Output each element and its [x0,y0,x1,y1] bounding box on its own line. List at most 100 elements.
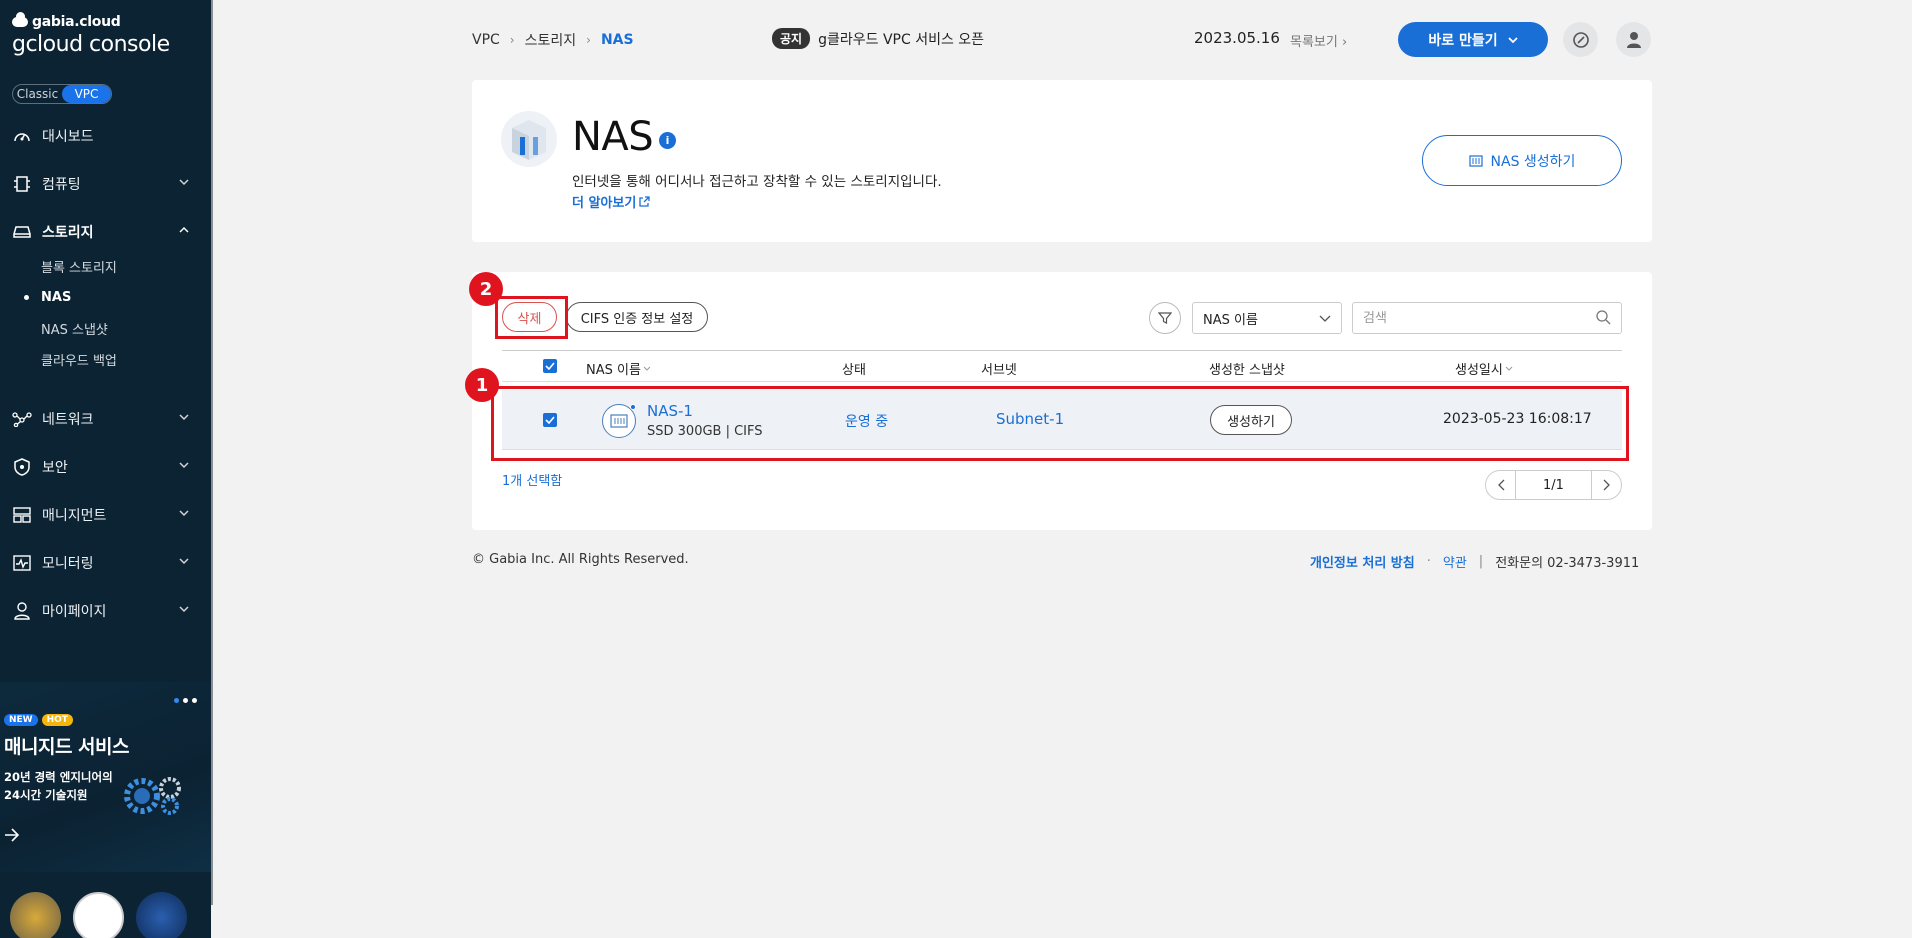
sort-icon [643,366,651,371]
table-header: NAS 이름 상태 서브넷 생성한 스냅샷 생성일시 [502,350,1622,382]
sidebar-item-label: 마이페이지 [42,604,107,620]
column-header-created[interactable]: 생성일시 [1455,359,1513,378]
sidebar-item-management[interactable]: 매니지먼트 [0,500,211,530]
breadcrumb-storage[interactable]: 스토리지 [525,30,577,50]
notice-list-label: 목록보기 [1290,35,1338,50]
sidebar-scrollbar[interactable] [211,0,213,905]
column-header-name[interactable]: NAS 이름 [586,359,651,378]
sidebar-subitem-nas[interactable]: NAS [23,287,71,307]
search-field-value: NAS 이름 [1203,312,1258,328]
dashboard-icon [12,126,32,146]
shield-icon [12,457,32,477]
pagination: 1/1 [1485,470,1622,500]
filter-button[interactable] [1149,302,1181,334]
gears-icon [124,777,181,815]
mode-toggle[interactable]: Classic VPC [12,84,112,104]
intro-card: NAS i 인터넷을 통해 어디서나 접근하고 장착할 수 있는 스토리지입니다… [472,80,1652,242]
sidebar-subitem-block-storage[interactable]: 블록 스토리지 [41,256,117,276]
sidebar-item-security[interactable]: 보안 [0,452,211,482]
sidebar-item-mypage[interactable]: 마이페이지 [0,596,211,626]
sidebar-subitem-cloud-backup[interactable]: 클라우드 백업 [41,349,117,369]
csap-badge-icon [136,892,187,938]
sidebar-item-computing[interactable]: 컴퓨팅 [0,169,211,199]
sidebar-item-monitoring[interactable]: 모니터링 [0,548,211,578]
chevron-up-icon [179,226,189,233]
hot-badge: HOT [41,714,73,726]
filter-icon [1158,312,1172,324]
carousel-dots[interactable] [174,698,197,703]
management-icon [12,505,32,525]
profile-button[interactable] [1616,22,1651,57]
storage-icon [12,222,32,242]
nas-create-label: NAS 생성하기 [1490,153,1576,170]
column-header-snapshot: 생성한 스냅샷 [1209,363,1285,378]
breadcrumb: VPC › 스토리지 › NAS [472,30,634,50]
column-header-subnet: 서브넷 [981,363,1017,378]
breadcrumb-vpc[interactable]: VPC [472,32,500,48]
quick-create-button[interactable]: 바로 만들기 [1398,22,1548,57]
page-title: NAS [572,114,654,160]
cloud-logo-icon [12,12,28,27]
monitoring-icon [12,553,32,573]
quick-create-label: 바로 만들기 [1428,32,1498,49]
privacy-policy-link[interactable]: 개인정보 처리 방침 [1310,552,1415,571]
cpu-icon [12,174,32,194]
column-header-status: 상태 [842,363,866,378]
new-badge: NEW [4,714,38,726]
sidebar-item-dashboard[interactable]: 대시보드 [0,121,211,151]
notice-bar[interactable]: 공지 g클라우드 VPC 서비스 오픈 [772,28,984,49]
learn-more-label: 더 알아보기 [572,196,637,211]
cifs-auth-button[interactable]: CIFS 인증 정보 설정 [566,302,708,332]
breadcrumb-nas: NAS [600,32,634,48]
selected-count: 1개 선택함 [502,474,563,489]
sidebar: gabia.cloud gcloud console Classic VPC 대… [0,0,211,938]
mode-classic[interactable]: Classic [13,85,62,103]
sidebar-item-label: 스토리지 [42,225,94,241]
select-all-checkbox[interactable] [543,359,557,373]
chevron-down-icon [179,510,189,517]
sidebar-item-label: 대시보드 [42,129,94,145]
nas-cube-icon [501,111,557,167]
annotation-number-1: 1 [465,368,499,402]
sidebar-item-network[interactable]: 네트워크 [0,404,211,434]
mode-vpc[interactable]: VPC [62,85,111,103]
notice-list-link[interactable]: 목록보기 › [1290,31,1347,50]
next-page-button[interactable] [1591,471,1621,499]
chevron-right-icon: › [1341,35,1348,50]
brand-logo[interactable]: gabia.cloud gcloud console [12,12,170,57]
chevron-down-icon [179,462,189,469]
notice-badge: 공지 [772,28,811,49]
page-description: 인터넷을 통해 어디서나 접근하고 장착할 수 있는 스토리지입니다. [572,174,942,190]
copyright: © Gabia Inc. All Rights Reserved. [472,552,689,567]
info-icon[interactable]: i [659,132,676,149]
checkmark-icon [543,359,557,373]
cert-badge-icon [10,892,61,938]
sidebar-item-storage[interactable]: 스토리지 [0,217,211,247]
notice-text[interactable]: g클라우드 VPC 서비스 오픈 [818,29,984,49]
user-icon [12,601,32,621]
sidebar-item-label: 컴퓨팅 [42,177,81,193]
search-field-select[interactable]: NAS 이름 [1192,302,1342,334]
chevron-down-icon [179,606,189,613]
notice-date: 2023.05.16 [1194,29,1280,47]
chevron-right-icon: › [509,33,515,47]
footer-links: 개인정보 처리 방침 · 약관 | 전화문의 02-3473-3911 [1310,552,1639,571]
chevron-down-icon [179,414,189,421]
chevron-down-icon [179,179,189,186]
sort-icon [1505,366,1513,371]
footer-divider: | [1478,554,1484,569]
search-input[interactable] [1352,302,1622,334]
chat-button[interactable] [1563,22,1598,57]
search-icon[interactable] [1596,310,1611,325]
nas-create-button[interactable]: NAS 생성하기 [1422,135,1622,186]
learn-more-link[interactable]: 더 알아보기 [572,192,650,211]
arrow-right-icon[interactable] [4,828,20,842]
terms-link[interactable]: 약관 [1443,552,1467,571]
chevron-down-icon [1319,315,1331,322]
promo-banner[interactable]: NEW HOT 매니지드 서비스 20년 경력 엔지니어의 24시간 기술지원 [0,682,211,872]
sidebar-item-label: 모니터링 [42,556,94,572]
chevron-down-icon [1508,36,1518,43]
sidebar-subitem-nas-snapshot[interactable]: NAS 스냅샷 [41,318,108,338]
prev-page-button[interactable] [1486,471,1516,499]
contact-phone: 전화문의 02-3473-3911 [1495,556,1640,571]
